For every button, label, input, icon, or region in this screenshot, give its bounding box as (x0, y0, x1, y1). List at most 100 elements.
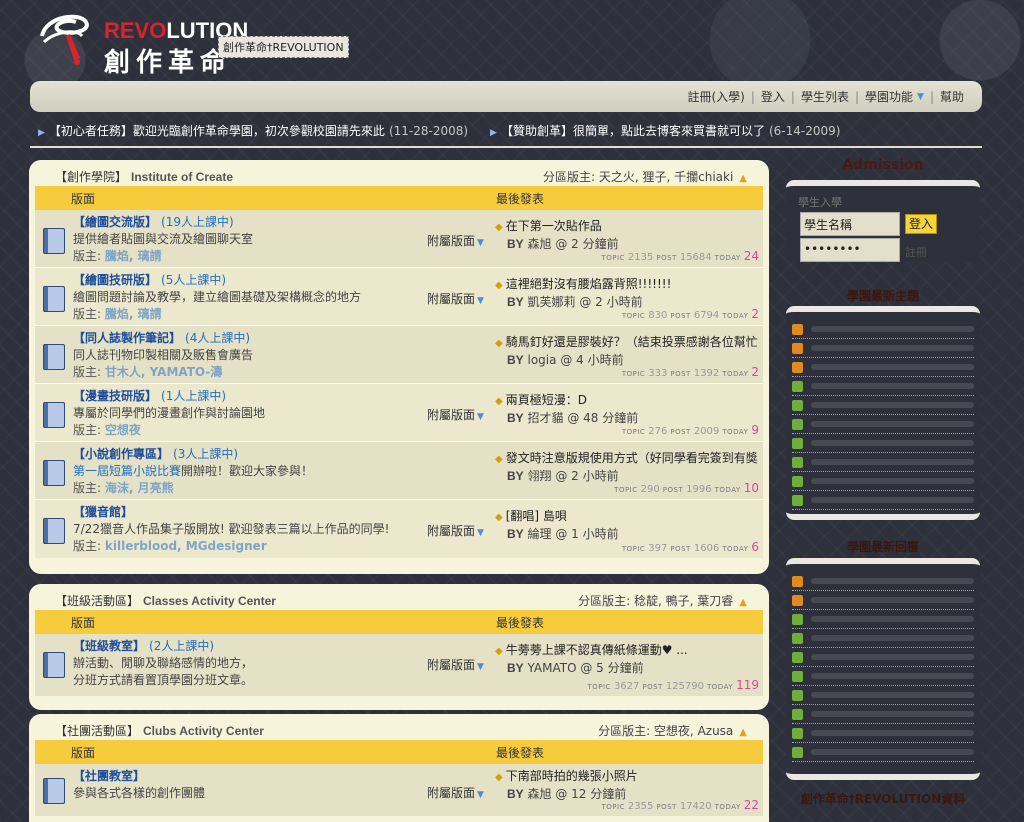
forum-name-link[interactable]: 【繪圖技研版】 (73, 273, 157, 287)
nav-divider: | (750, 89, 755, 104)
collapse-icon[interactable]: ▲ (739, 173, 747, 184)
moderator-link[interactable]: 甘木人, YAMATO-濤 (105, 365, 222, 379)
forum-row: 【繪圖技研版】 (5人上課中) 繪圖問題討論及教學，建立繪圖基礎及架構概念的地方 … (35, 268, 763, 326)
nav-features[interactable]: 學園功能 (865, 88, 913, 105)
section-title[interactable]: 【班級活動區】 Classes Activity Center (55, 592, 276, 609)
last-post-title[interactable]: ◆ 在下第一次貼作品 (495, 218, 765, 236)
list-item[interactable] (792, 743, 974, 762)
list-item[interactable] (792, 629, 974, 648)
forum-name-link[interactable]: 【社團教室】 (73, 769, 145, 783)
forum-stats: TOPIC 276 POST 2009 TODAY 9 (621, 423, 759, 437)
list-item[interactable] (792, 705, 974, 724)
last-post-title[interactable]: ◆ 發文時注意版規使用方式（好同學看完簽到有獎 (495, 450, 765, 468)
last-post-title[interactable]: ◆ 這裡絕對沒有腰焰露背照!!!!!!! (495, 276, 765, 294)
post-arrow-icon: ◆ (495, 454, 503, 465)
sub-forum-dropdown[interactable]: 附屬版面 ▼ (427, 406, 484, 423)
forum-name-link[interactable]: 【小說創作專區】 (73, 447, 169, 461)
arrow-right-icon: ▶ (490, 127, 497, 138)
list-item[interactable] (792, 610, 974, 629)
post-arrow-icon: ◆ (495, 280, 503, 291)
moderator-link[interactable]: killerblood, MGdesigner (105, 539, 267, 553)
list-item[interactable] (792, 491, 974, 510)
section-title[interactable]: 【社團活動區】 Clubs Activity Center (55, 722, 264, 739)
last-post-title[interactable]: ◆ 下南部時拍的幾張小照片 (495, 768, 765, 786)
forum-stats: TOPIC 830 POST 6794 TODAY 2 (621, 307, 759, 321)
column-header: 版面 最後發表 (35, 610, 763, 634)
last-post-author[interactable]: 森旭 (528, 787, 552, 801)
last-post-author[interactable]: 招才貓 (528, 411, 564, 425)
last-post-title[interactable]: ◆ [翻唱] 島唄 (495, 508, 765, 526)
last-post-author[interactable]: 森旭 (528, 237, 552, 251)
last-post-title[interactable]: ◆ 兩頁極短漫：D (495, 392, 765, 410)
list-item[interactable] (792, 320, 974, 339)
chevron-down-icon: ▼ (477, 296, 484, 306)
sub-forum-dropdown[interactable]: 附屬版面 ▼ (427, 232, 484, 249)
chevron-down-icon: ▼ (477, 528, 484, 538)
nav-login[interactable]: 登入 (761, 88, 785, 105)
forum-name-link[interactable]: 【漫畫技研版】 (73, 389, 157, 403)
chevron-down-icon[interactable]: ▼ (917, 92, 924, 102)
chevron-down-icon: ▼ (477, 790, 484, 800)
list-item[interactable] (792, 648, 974, 667)
forum-row: 【漫畫技研版】 (1人上課中) 專屬於同學們的漫畫創作與討論園地 版主: 空想夜 … (35, 384, 763, 442)
contest-link[interactable]: 第一屆短篇小說比賽 (73, 464, 181, 478)
nav-member-list[interactable]: 學生列表 (801, 88, 849, 105)
logo-tooltip: 創作革命†REVOLUTION (218, 36, 349, 58)
last-post-author[interactable]: 翎翔 (528, 469, 552, 483)
list-item[interactable] (792, 572, 974, 591)
list-item[interactable] (792, 724, 974, 743)
topic-icon (792, 670, 803, 682)
forum-name-link[interactable]: 【同人誌製作筆記】 (73, 331, 181, 345)
section-title[interactable]: 【創作學院】 Institute of Create (55, 168, 233, 185)
announcement-item[interactable]: ▶ 【初心者任務】歡迎光臨創作革命學園，初次參觀校園請先來此 (11-28-2008… (38, 122, 468, 139)
list-item[interactable] (792, 415, 974, 434)
last-post-title[interactable]: ◆ 騎馬釘好還是膠裝好？（結束投票感謝各位幫忙 (495, 334, 765, 352)
last-post-author[interactable]: logia (528, 353, 557, 367)
list-item[interactable] (792, 686, 974, 705)
list-item[interactable] (792, 472, 974, 491)
moderator-link[interactable]: 騰焰, 璃請 (105, 249, 162, 263)
password-input[interactable]: •••••••• (800, 238, 900, 262)
new-replies-list (786, 558, 980, 780)
topic-icon (792, 342, 803, 354)
login-box: 學生入學 學生名稱 •••••••• 登入 註冊 (786, 180, 980, 262)
forum-name-link[interactable]: 【獵音館】 (73, 505, 133, 519)
chevron-down-icon: ▼ (477, 238, 484, 248)
list-item[interactable] (792, 339, 974, 358)
collapse-icon[interactable]: ▲ (739, 597, 747, 608)
forum-section-classes: 【班級活動區】 Classes Activity Center 分區版主: 稔靛,… (29, 584, 769, 710)
last-post-title[interactable]: ◆ 牛蒡蒡上課不認真傳紙條運動♥ ... (495, 642, 765, 660)
forum-name-link[interactable]: 【繪圖交流版】 (73, 215, 157, 229)
forum-stats: TOPIC 3627 POST 125790 TODAY 119 (587, 678, 759, 692)
sub-forum-dropdown[interactable]: 附屬版面 ▼ (427, 784, 484, 801)
sub-forum-dropdown[interactable]: 附屬版面 ▼ (427, 290, 484, 307)
post-arrow-icon: ◆ (495, 512, 503, 523)
forum-book-icon (43, 402, 65, 428)
login-button[interactable]: 登入 (905, 214, 937, 234)
list-item[interactable] (792, 667, 974, 686)
collapse-icon[interactable]: ▲ (739, 727, 747, 738)
topic-icon (792, 727, 803, 739)
list-item[interactable] (792, 591, 974, 610)
nav-help[interactable]: 幫助 (940, 88, 964, 105)
last-post-author[interactable]: 綸理 (528, 527, 552, 541)
list-item[interactable] (792, 396, 974, 415)
list-item[interactable] (792, 377, 974, 396)
topic-icon (792, 418, 803, 430)
forum-name-link[interactable]: 【班級教室】 (73, 639, 145, 653)
list-item[interactable] (792, 358, 974, 377)
last-post-author[interactable]: 凱芙娜莉 (528, 295, 576, 309)
nav-register[interactable]: 註冊(入學) (687, 88, 744, 105)
list-item[interactable] (792, 453, 974, 472)
sub-forum-dropdown[interactable]: 附屬版面 ▼ (427, 656, 484, 673)
announcement-item[interactable]: ▶ 【贊助創革】很簡單，點此去博客來買書就可以了 (6-14-2009) (490, 122, 840, 139)
last-post-author[interactable]: YAMATO (528, 661, 577, 675)
register-link[interactable]: 註冊 (905, 244, 927, 260)
moderator-link[interactable]: 海沫, 月亮熊 (105, 481, 174, 495)
moderator-link[interactable]: 空想夜 (105, 423, 141, 437)
sub-forum-dropdown[interactable]: 附屬版面 ▼ (427, 522, 484, 539)
list-item[interactable] (792, 434, 974, 453)
topic-icon (792, 689, 803, 701)
moderator-link[interactable]: 騰焰, 璃請 (105, 307, 162, 321)
username-input[interactable]: 學生名稱 (800, 212, 900, 236)
